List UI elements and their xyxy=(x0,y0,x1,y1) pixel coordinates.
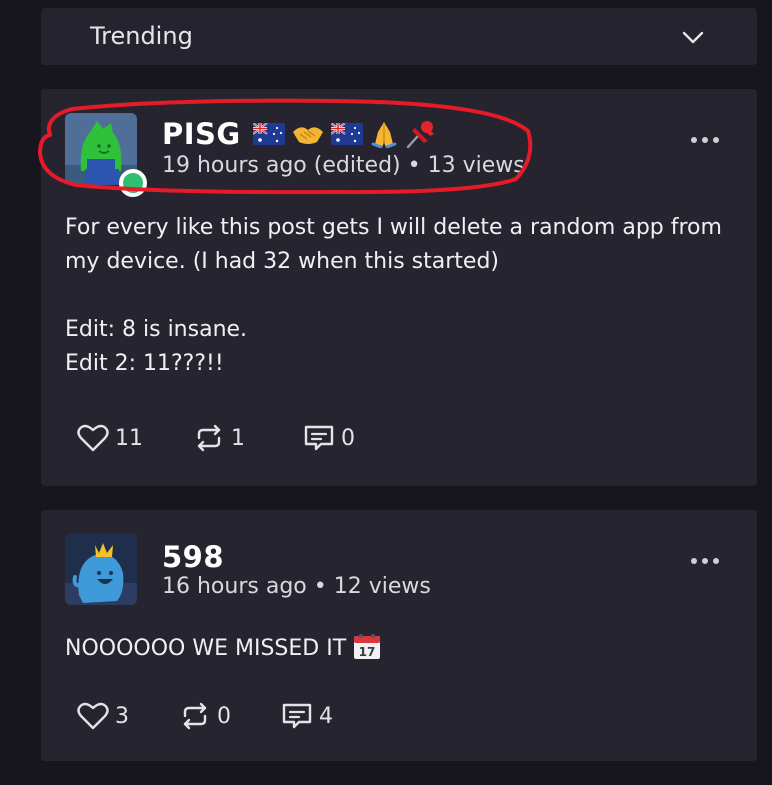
post-card: PISG 19 hours ago (edited) • 13 views Fo… xyxy=(41,89,757,486)
sort-dropdown-label: Trending xyxy=(90,22,193,50)
post-actions: 3 0 4 xyxy=(77,702,333,730)
chevron-down-icon xyxy=(682,31,704,44)
dot-icon xyxy=(702,137,708,143)
post-meta: 16 hours ago • 12 views xyxy=(162,574,431,599)
comment-count: 0 xyxy=(341,425,355,451)
like-count: 11 xyxy=(115,425,143,451)
post-card: 598 16 hours ago • 12 views NOOOOOO WE M… xyxy=(41,510,757,761)
repost-icon xyxy=(183,702,207,730)
heart-icon xyxy=(77,702,109,730)
post-actions: 11 1 0 xyxy=(77,424,355,452)
comment-count: 4 xyxy=(319,703,333,729)
user-badges xyxy=(252,119,437,149)
online-status-indicator xyxy=(119,169,147,197)
dot-icon xyxy=(713,137,719,143)
comment-button[interactable]: 0 xyxy=(303,424,355,452)
post-body: NOOOOOO WE MISSED IT 17 xyxy=(65,632,741,666)
svg-text:17: 17 xyxy=(359,645,376,659)
dot-icon xyxy=(713,558,719,564)
like-button[interactable]: 3 xyxy=(77,702,129,730)
username[interactable]: PISG xyxy=(162,117,241,151)
post-header: 598 xyxy=(162,540,224,574)
calendar-icon: 17 xyxy=(354,634,381,659)
comment-icon xyxy=(282,703,312,729)
more-options-button[interactable] xyxy=(691,135,721,145)
username[interactable]: 598 xyxy=(162,540,224,574)
avatar[interactable] xyxy=(65,533,137,605)
australia-flag-icon xyxy=(330,123,363,145)
dot-icon xyxy=(691,137,697,143)
dot-icon xyxy=(691,558,697,564)
pushpin-icon xyxy=(406,121,434,149)
repost-count: 1 xyxy=(231,425,245,451)
repost-button[interactable]: 0 xyxy=(179,702,231,730)
sort-dropdown[interactable]: Trending xyxy=(41,8,757,65)
post-meta: 19 hours ago (edited) • 13 views xyxy=(162,153,525,178)
dot-icon xyxy=(702,558,708,564)
like-count: 3 xyxy=(115,703,129,729)
comment-icon xyxy=(304,425,334,451)
australia-flag-icon xyxy=(252,123,285,145)
handshake-icon xyxy=(292,127,323,144)
folded-hands-icon xyxy=(371,122,397,148)
comment-button[interactable]: 4 xyxy=(281,702,333,730)
post-header: PISG xyxy=(162,117,437,151)
heart-icon xyxy=(77,424,109,452)
repost-count: 0 xyxy=(217,703,231,729)
like-button[interactable]: 11 xyxy=(77,424,143,452)
more-options-button[interactable] xyxy=(691,556,721,566)
repost-icon xyxy=(197,424,221,452)
post-body-text: NOOOOOO WE MISSED IT xyxy=(65,636,347,661)
post-body: For every like this post gets I will del… xyxy=(65,215,722,376)
repost-button[interactable]: 1 xyxy=(193,424,245,452)
